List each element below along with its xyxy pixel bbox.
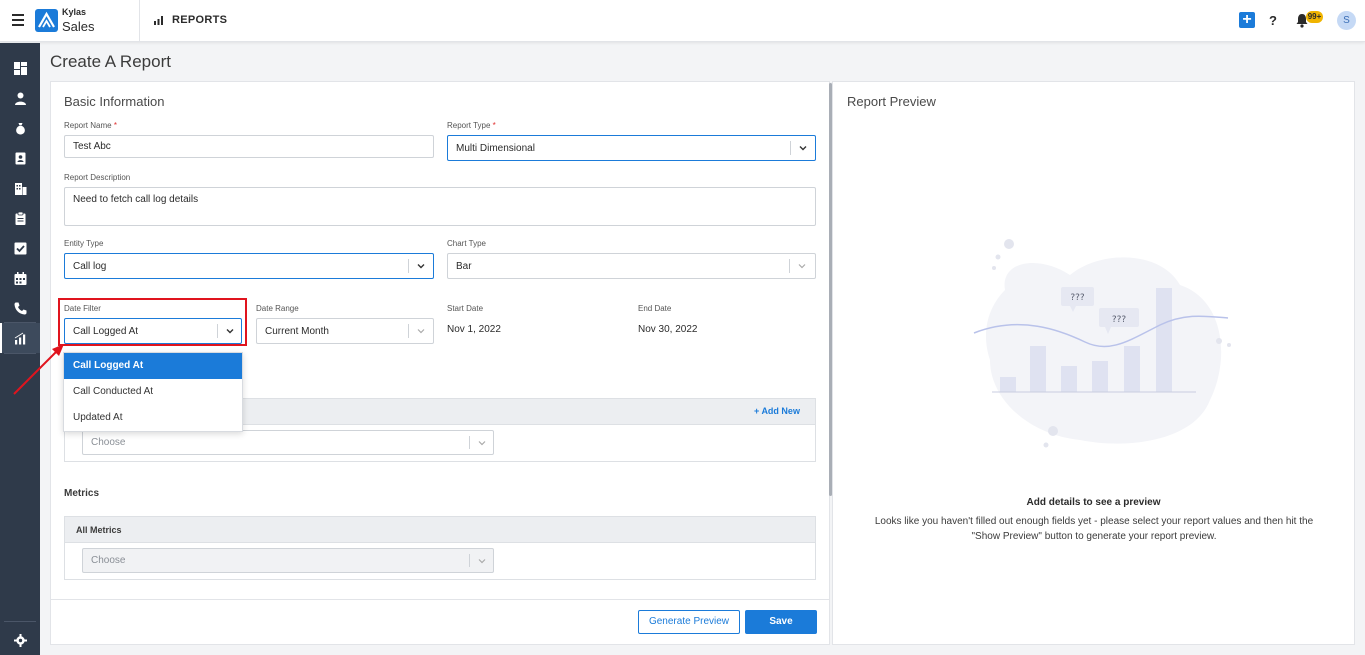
calendar-icon[interactable]: [0, 263, 40, 293]
report-preview-title: Report Preview: [847, 94, 936, 109]
chevron-down-icon[interactable]: [798, 143, 808, 153]
form-footer-divider: [51, 599, 829, 600]
preview-empty-heading: Add details to see a preview: [1026, 497, 1161, 508]
money-bag-icon[interactable]: [0, 113, 40, 143]
dropdown-option-call-conducted-at[interactable]: Call Conducted At: [64, 379, 242, 405]
end-date-value: Nov 30, 2022: [638, 324, 698, 335]
preview-empty-description: Looks like you haven't filled out enough…: [874, 516, 1314, 542]
date-range-value: Current Month: [265, 325, 329, 337]
save-button[interactable]: Save: [745, 610, 817, 634]
chevron-down-icon[interactable]: [797, 261, 807, 271]
report-type-value: Multi Dimensional: [456, 142, 535, 154]
reports-chart-icon: [153, 14, 165, 26]
select-separator: [469, 554, 470, 567]
annotation-arrow-icon: [13, 344, 64, 395]
report-type-label: Report Type *: [447, 121, 496, 130]
preview-bubble-text: ???: [1070, 293, 1085, 303]
select-separator: [408, 324, 409, 338]
page-title: Create A Report: [50, 52, 171, 71]
hamburger-menu-icon[interactable]: [12, 14, 24, 26]
product-name: Sales: [62, 19, 95, 34]
contact-icon[interactable]: [0, 83, 40, 113]
contact-card-icon[interactable]: [0, 143, 40, 173]
start-date-label: Start Date: [447, 304, 484, 313]
report-name-input[interactable]: Test Abc: [64, 135, 434, 158]
help-icon[interactable]: ?: [1269, 13, 1277, 28]
chevron-down-icon[interactable]: [416, 261, 426, 271]
metrics-title: Metrics: [64, 488, 100, 499]
clipboard-icon[interactable]: [0, 203, 40, 233]
all-metrics-label: All Metrics: [76, 525, 122, 535]
report-description-label: Report Description: [64, 173, 131, 182]
date-range-select[interactable]: Current Month: [256, 318, 434, 344]
basic-information-title: Basic Information: [64, 94, 165, 109]
metrics-placeholder: Choose: [91, 555, 126, 566]
settings-icon[interactable]: [0, 625, 40, 655]
end-date-label: End Date: [638, 304, 672, 313]
user-avatar[interactable]: S: [1337, 11, 1356, 30]
module-title: REPORTS: [172, 14, 228, 26]
metrics-select[interactable]: Choose: [82, 548, 494, 573]
dashboard-icon[interactable]: [0, 53, 40, 83]
date-range-label: Date Range: [256, 304, 299, 313]
brand-name: Kylas: [62, 7, 87, 17]
company-icon[interactable]: [0, 173, 40, 203]
kylas-logo-icon[interactable]: [35, 9, 58, 32]
select-separator: [408, 259, 409, 273]
chevron-down-icon[interactable]: [477, 438, 487, 448]
phone-icon[interactable]: [0, 293, 40, 323]
report-name-label: Report Name *: [64, 121, 117, 130]
generate-preview-button[interactable]: Generate Preview: [638, 610, 740, 634]
chevron-down-icon[interactable]: [477, 556, 487, 566]
annotation-highlight-box: [58, 298, 247, 346]
select-separator: [790, 141, 791, 155]
entity-type-value: Call log: [73, 260, 107, 272]
group-by-select[interactable]: Choose: [82, 430, 494, 455]
group-by-placeholder: Choose: [91, 437, 126, 448]
select-separator: [789, 259, 790, 273]
quick-add-button[interactable]: +: [1239, 12, 1255, 28]
preview-placeholder-illustration: ??? ???: [973, 239, 1231, 448]
select-separator: [469, 436, 470, 449]
start-date-value: Nov 1, 2022: [447, 324, 501, 335]
date-filter-dropdown-menu: Call Logged At Call Conducted At Updated…: [63, 352, 243, 432]
top-bar: Kylas Sales REPORTS + ? 99+ S: [0, 0, 1365, 42]
add-new-link[interactable]: + Add New: [754, 406, 800, 416]
entity-type-select[interactable]: Call log: [64, 253, 434, 279]
dropdown-option-updated-at[interactable]: Updated At: [64, 405, 242, 431]
chart-type-value: Bar: [456, 260, 472, 272]
dropdown-option-call-logged-at[interactable]: Call Logged At: [64, 353, 242, 379]
notification-badge: 99+: [1306, 11, 1323, 23]
chevron-down-icon[interactable]: [416, 326, 426, 336]
checkbox-icon[interactable]: [0, 233, 40, 263]
entity-type-label: Entity Type: [64, 239, 104, 248]
sidebar-divider: [4, 621, 36, 622]
report-description-textarea[interactable]: Need to fetch call log details: [64, 187, 816, 226]
chart-type-label: Chart Type: [447, 239, 486, 248]
top-divider: [139, 0, 140, 42]
report-type-select[interactable]: Multi Dimensional: [447, 135, 816, 161]
metrics-header: [65, 517, 815, 543]
preview-bubble-text: ???: [1112, 315, 1127, 325]
chart-type-select[interactable]: Bar: [447, 253, 816, 279]
